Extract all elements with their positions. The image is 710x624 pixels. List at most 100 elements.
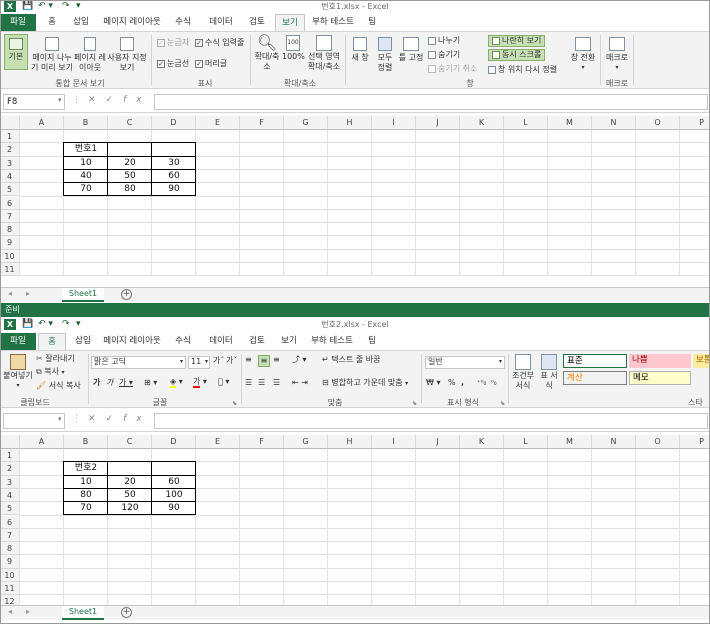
column-header-g[interactable]: G [284, 116, 328, 130]
formula-input[interactable] [154, 413, 708, 429]
column-header-c[interactable]: C [108, 116, 152, 130]
border-icon[interactable]: ⊞ ▾ [144, 378, 157, 388]
row-header-2[interactable]: 2 [0, 462, 20, 476]
tab-insert[interactable]: 삽입 [66, 14, 96, 31]
cancel-icon[interactable]: ✕ [88, 414, 106, 424]
row-header-10[interactable]: 10 [0, 249, 20, 263]
hide-button[interactable]: 숨기기 [428, 50, 460, 60]
column-header-i[interactable]: I [372, 435, 416, 449]
column-header-f[interactable]: F [240, 435, 284, 449]
reset-window-position-button[interactable]: 창 위치 다시 정렬 [488, 65, 557, 75]
column-header-m[interactable]: M [548, 116, 592, 130]
comma-icon[interactable]: , [461, 378, 464, 388]
table-cell[interactable]: 100 [152, 489, 196, 502]
switch-windows-button[interactable]: 창 전환 ▾ [568, 34, 598, 73]
wrap-text-button[interactable]: ↵ 텍스트 줄 바꿈 [322, 355, 381, 365]
table-cell[interactable]: 80 [64, 489, 108, 502]
tab-data[interactable]: 데이터 [202, 14, 240, 31]
align-top-icon[interactable]: ≡ [245, 355, 252, 365]
tab-review[interactable]: 검토 [242, 14, 272, 31]
column-header-k[interactable]: K [460, 116, 504, 130]
tab-page-layout[interactable]: 페이지 레이아웃 [100, 333, 164, 350]
tab-view[interactable]: 보기 [274, 333, 304, 350]
name-box[interactable]: F8 [3, 94, 65, 110]
select-all-corner[interactable] [0, 116, 20, 130]
split-button[interactable]: 나누기 [428, 36, 460, 46]
column-header-j[interactable]: J [416, 116, 460, 130]
tab-review[interactable]: 검토 [242, 333, 272, 350]
row-header-6[interactable]: 6 [0, 515, 20, 529]
column-header-a[interactable]: A [20, 116, 64, 130]
increase-decimal-icon[interactable]: ⁺⁰₀ [477, 378, 486, 388]
column-header-p[interactable]: P [680, 116, 710, 130]
decrease-decimal-icon[interactable]: ⁰₀ [491, 378, 497, 388]
style-normal[interactable]: 표준 [563, 354, 627, 368]
align-middle-icon[interactable]: ≡ [258, 355, 270, 367]
view-side-by-side-button[interactable]: 나란히 보기 [488, 35, 546, 47]
row-header-8[interactable]: 8 [0, 542, 20, 556]
tab-load-test[interactable]: 부하 테스트 [306, 333, 358, 350]
table-cell[interactable]: 90 [152, 502, 196, 515]
chevron-down-icon[interactable]: ▾ [58, 415, 62, 423]
column-header-p[interactable]: P [680, 435, 710, 449]
table-cell[interactable]: 60 [152, 476, 196, 489]
formula-bar-checkbox[interactable]: ✓ 수식 입력줄 [195, 38, 244, 48]
row-header-11[interactable]: 11 [0, 263, 20, 277]
headings-checkbox[interactable]: ✓ 머리글 [195, 59, 227, 69]
font-size-select[interactable]: 11 ▾ [188, 356, 210, 369]
font-name-select[interactable]: 맑은 고딕 ▾ [91, 356, 186, 369]
style-calculation[interactable]: 계산 [563, 371, 627, 385]
zoom-button[interactable]: 🔍︎ 확대/축소 [254, 34, 280, 72]
tab-team[interactable]: 팀 [362, 14, 382, 31]
unhide-button[interactable]: 숨기기 취소 [428, 64, 477, 74]
dialog-launcher-icon[interactable]: ⬊ [412, 399, 417, 409]
sheet-tab[interactable]: Sheet1 [62, 288, 104, 302]
column-header-m[interactable]: M [548, 435, 592, 449]
row-header-11[interactable]: 11 [0, 582, 20, 596]
zoom-100-button[interactable]: 100 100% [282, 34, 305, 62]
scroll-left-icon[interactable]: ◂ [8, 289, 26, 298]
select-all-corner[interactable] [0, 435, 20, 449]
row-header-1[interactable]: 1 [0, 449, 20, 463]
row-header-8[interactable]: 8 [0, 223, 20, 237]
scroll-right-icon[interactable]: ▸ [26, 607, 44, 616]
add-sheet-icon[interactable]: + [121, 289, 132, 300]
underline-icon[interactable]: 가 ▾ [119, 378, 133, 388]
table-cell[interactable]: 10 [64, 157, 108, 170]
tab-formulas[interactable]: 수식 [166, 333, 200, 350]
align-right-icon[interactable]: ☰ [273, 378, 280, 388]
percent-icon[interactable]: % [448, 378, 456, 388]
align-center-icon[interactable]: ☰ [258, 378, 265, 388]
fx-icon[interactable]: fx [123, 95, 152, 105]
column-header-c[interactable]: C [108, 435, 152, 449]
row-header-10[interactable]: 10 [0, 568, 20, 582]
column-header-b[interactable]: B [64, 435, 108, 449]
dialog-launcher-icon[interactable]: ⬊ [232, 399, 237, 409]
style-neutral[interactable]: 보통 [693, 354, 710, 368]
row-header-7[interactable]: 7 [0, 528, 20, 543]
worksheet-grid-1[interactable]: A B C D E F G H I J K L M N O P 1 2 3 4 5 6 7 8 9 10 11 번호1 10 20 30 40… [0, 116, 710, 287]
table-cell[interactable]: 120 [108, 502, 152, 515]
add-sheet-icon[interactable]: + [121, 607, 132, 618]
column-header-g[interactable]: G [284, 435, 328, 449]
tab-file[interactable]: 파일 [0, 14, 36, 31]
table-cell[interactable]: 40 [64, 170, 108, 183]
column-header-k[interactable]: K [460, 435, 504, 449]
arrange-all-button[interactable]: 모두 정렬 [374, 34, 396, 73]
shrink-font-icon[interactable]: 가ˇ [226, 356, 237, 366]
tab-load-test[interactable]: 부하 테스트 [308, 14, 358, 31]
row-header-3[interactable]: 3 [0, 475, 20, 489]
cancel-icon[interactable]: ✕ [88, 95, 106, 105]
scroll-left-icon[interactable]: ◂ [8, 607, 26, 616]
copy-button[interactable]: ⧉ 복사 ▾ [36, 367, 65, 378]
custom-views-button[interactable]: 사용자 지정 보기 [107, 34, 147, 73]
table-cell[interactable]: 90 [152, 183, 196, 196]
conditional-formatting-button[interactable]: 조건부 서식 [510, 354, 536, 391]
column-header-n[interactable]: N [592, 116, 636, 130]
accounting-format-icon[interactable]: ₩ ▾ [426, 378, 440, 388]
ruler-checkbox[interactable]: ✓ 눈금자 [157, 38, 189, 48]
column-header-l[interactable]: L [504, 435, 548, 449]
row-header-6[interactable]: 6 [0, 196, 20, 210]
column-header-h[interactable]: H [328, 116, 372, 130]
column-header-n[interactable]: N [592, 435, 636, 449]
